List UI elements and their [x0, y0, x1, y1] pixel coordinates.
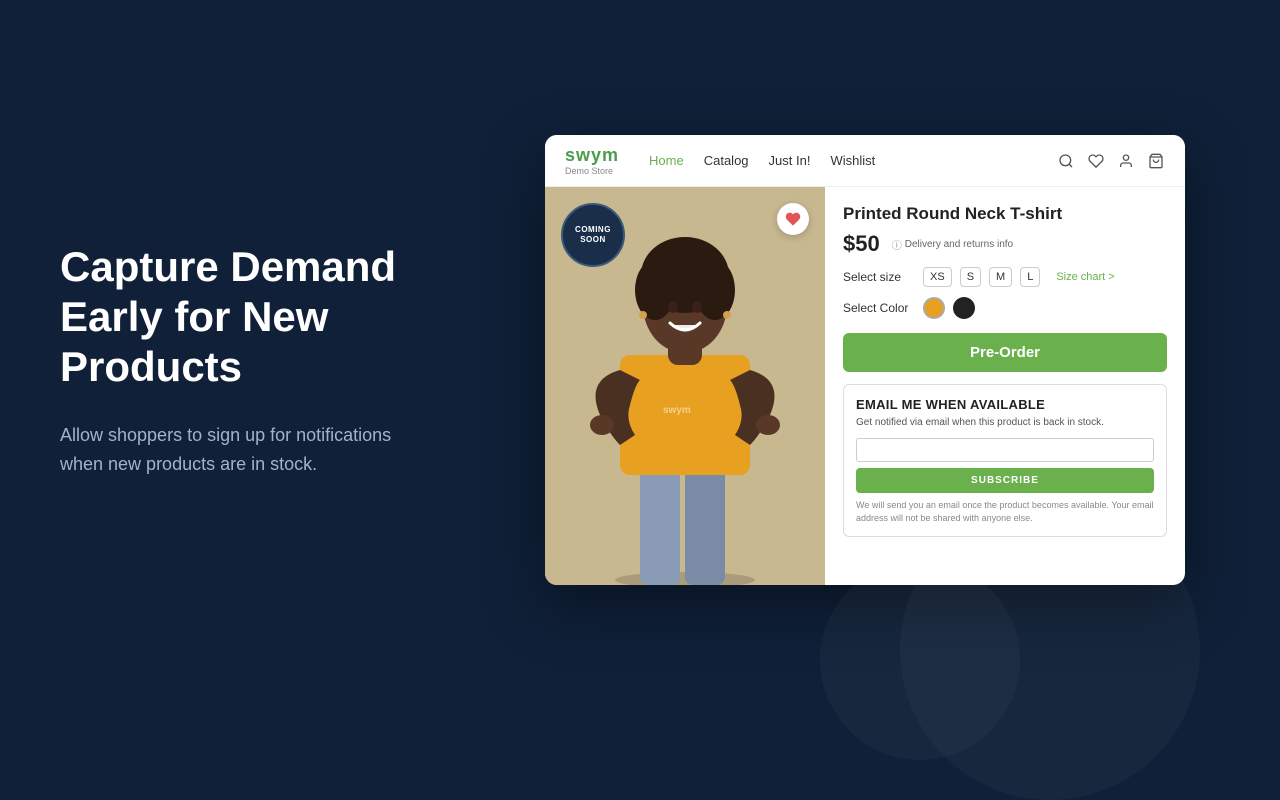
brand-sub: Demo Store	[565, 166, 619, 176]
main-heading: Capture Demand Early for New Products	[60, 242, 420, 393]
size-m[interactable]: M	[989, 267, 1012, 287]
info-icon: ⓘ	[892, 237, 902, 252]
color-label: Select Color	[843, 301, 913, 315]
email-disclaimer: We will send you an email once the produ…	[856, 499, 1154, 524]
nav-link-catalog[interactable]: Catalog	[704, 153, 749, 168]
nav-link-just-in[interactable]: Just In!	[769, 153, 811, 168]
user-icon[interactable]	[1117, 152, 1135, 170]
product-body: COMING SOON	[545, 187, 1185, 585]
size-options: XS S M L	[923, 267, 1040, 287]
brand-name: swym	[565, 145, 619, 166]
color-row: Select Color	[843, 297, 1167, 319]
size-chart-link[interactable]: Size chart >	[1056, 271, 1114, 283]
delivery-info: ⓘ Delivery and returns info	[892, 237, 1013, 252]
email-section: EMAIL ME WHEN AVAILABLE Get notified via…	[843, 384, 1167, 537]
price-row: $50 ⓘ Delivery and returns info	[843, 231, 1167, 257]
main-description: Allow shoppers to sign up for notificati…	[60, 421, 420, 479]
size-xs[interactable]: XS	[923, 267, 952, 287]
coming-soon-line1: COMING	[575, 225, 611, 235]
email-section-desc: Get notified via email when this product…	[856, 416, 1154, 430]
size-l[interactable]: L	[1020, 267, 1040, 287]
navbar: swym Demo Store Home Catalog Just In! Wi…	[545, 135, 1185, 187]
svg-text:swym: swym	[663, 405, 691, 416]
search-icon[interactable]	[1057, 152, 1075, 170]
left-section: Capture Demand Early for New Products Al…	[0, 182, 480, 539]
color-swatch-black[interactable]	[953, 297, 975, 319]
email-section-title: EMAIL ME WHEN AVAILABLE	[856, 397, 1154, 412]
nav-link-home[interactable]: Home	[649, 153, 684, 168]
size-s[interactable]: S	[960, 267, 981, 287]
size-row: Select size XS S M L Size chart >	[843, 267, 1167, 287]
brand: swym Demo Store	[565, 145, 619, 176]
subscribe-button[interactable]: SUBSCRIBE	[856, 468, 1154, 493]
nav-link-wishlist[interactable]: Wishlist	[830, 153, 875, 168]
color-options	[923, 297, 975, 319]
heart-icon[interactable]	[1087, 152, 1105, 170]
color-swatch-orange[interactable]	[923, 297, 945, 319]
delivery-text: Delivery and returns info	[905, 239, 1013, 250]
product-details: Printed Round Neck T-shirt $50 ⓘ Deliver…	[825, 187, 1185, 585]
product-card: swym Demo Store Home Catalog Just In! Wi…	[545, 135, 1185, 585]
right-section: swym Demo Store Home Catalog Just In! Wi…	[480, 105, 1280, 615]
coming-soon-badge: COMING SOON	[561, 203, 625, 267]
product-image-container: COMING SOON	[545, 187, 825, 585]
size-label: Select size	[843, 270, 913, 284]
wishlist-button[interactable]	[777, 203, 809, 235]
preorder-button[interactable]: Pre-Order	[843, 333, 1167, 372]
email-input[interactable]	[856, 438, 1154, 462]
coming-soon-line2: SOON	[580, 235, 606, 245]
nav-icons	[1057, 152, 1165, 170]
nav-links: Home Catalog Just In! Wishlist	[649, 153, 1057, 168]
cart-icon[interactable]	[1147, 152, 1165, 170]
product-title: Printed Round Neck T-shirt	[843, 203, 1167, 225]
product-price: $50	[843, 231, 880, 257]
